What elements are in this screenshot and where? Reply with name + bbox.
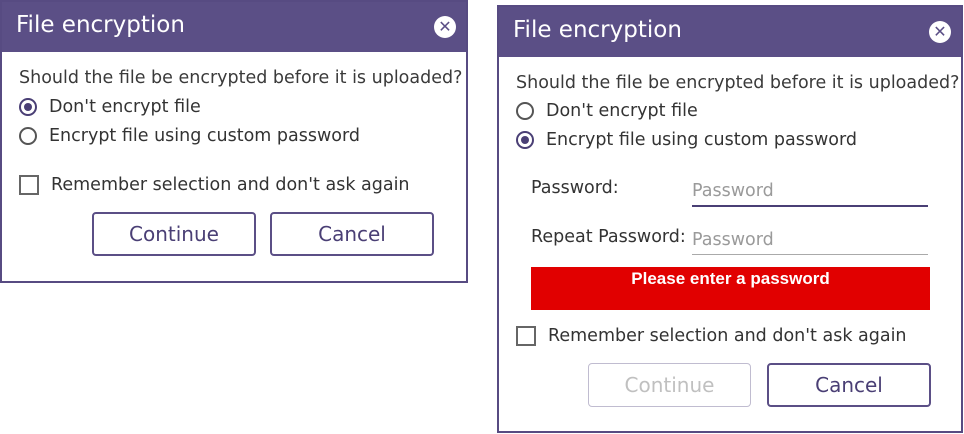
error-message: Please enter a password xyxy=(531,267,930,310)
dialog-titlebar: File encryption ✕ xyxy=(499,7,961,57)
option-dont-encrypt-label: Don't encrypt file xyxy=(49,97,201,117)
option-encrypt-password-label: Encrypt file using custom password xyxy=(546,130,857,150)
radio-encrypt-password[interactable] xyxy=(516,131,534,149)
encryption-dialog-default: File encryption ✕ Should the file be enc… xyxy=(0,0,468,283)
dialog-titlebar: File encryption ✕ xyxy=(2,2,466,52)
close-icon[interactable]: ✕ xyxy=(434,16,456,38)
option-dont-encrypt-label: Don't encrypt file xyxy=(546,101,698,121)
remember-checkbox[interactable] xyxy=(516,326,536,346)
dialog-title: File encryption xyxy=(16,12,185,38)
remember-selection[interactable]: Remember selection and don't ask again xyxy=(19,175,410,195)
radio-dont-encrypt[interactable] xyxy=(516,102,534,120)
cancel-button[interactable]: Cancel xyxy=(767,363,931,407)
option-dont-encrypt[interactable]: Don't encrypt file xyxy=(19,97,201,117)
continue-button[interactable]: Continue xyxy=(588,363,751,407)
password-label: Password: xyxy=(531,178,619,198)
radio-encrypt-password[interactable] xyxy=(19,127,37,145)
continue-button[interactable]: Continue xyxy=(92,212,256,256)
remember-selection[interactable]: Remember selection and don't ask again xyxy=(516,326,907,346)
password-input[interactable] xyxy=(692,177,928,207)
dialog-title: File encryption xyxy=(513,17,682,43)
encryption-dialog-password: File encryption ✕ Should the file be enc… xyxy=(497,5,963,433)
repeat-password-input[interactable] xyxy=(692,226,928,255)
option-encrypt-password-label: Encrypt file using custom password xyxy=(49,126,360,146)
radio-dont-encrypt[interactable] xyxy=(19,98,37,116)
option-encrypt-password[interactable]: Encrypt file using custom password xyxy=(19,126,360,146)
remember-label: Remember selection and don't ask again xyxy=(51,175,410,195)
repeat-password-label: Repeat Password: xyxy=(531,227,686,247)
encryption-question: Should the file be encrypted before it i… xyxy=(19,68,463,88)
remember-checkbox[interactable] xyxy=(19,175,39,195)
encryption-question: Should the file be encrypted before it i… xyxy=(516,73,960,93)
option-encrypt-password[interactable]: Encrypt file using custom password xyxy=(516,130,857,150)
close-icon[interactable]: ✕ xyxy=(929,21,951,43)
cancel-button[interactable]: Cancel xyxy=(270,212,434,256)
option-dont-encrypt[interactable]: Don't encrypt file xyxy=(516,101,698,121)
remember-label: Remember selection and don't ask again xyxy=(548,326,907,346)
